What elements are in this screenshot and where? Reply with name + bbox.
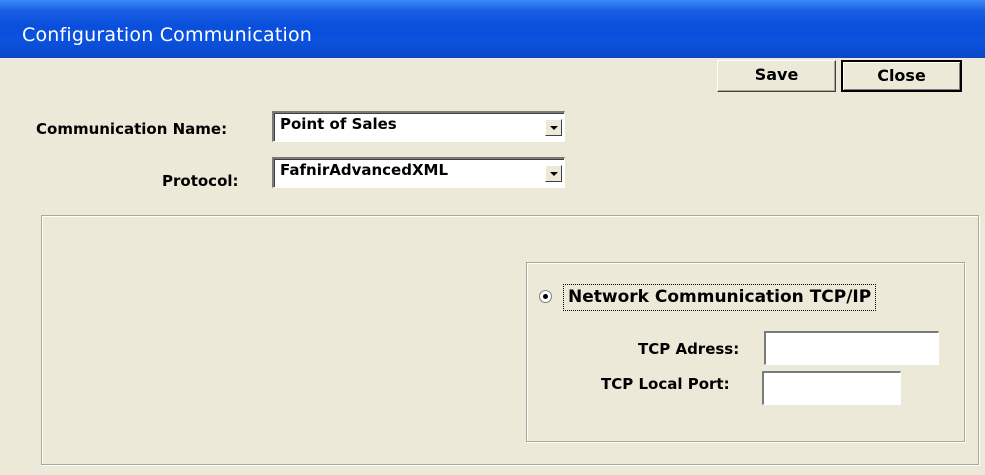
- protocol-label: Protocol:: [162, 172, 239, 190]
- title-bar: Configuration Communication: [0, 0, 985, 58]
- close-button[interactable]: Close: [841, 60, 962, 92]
- communication-name-label: Communication Name:: [36, 120, 228, 138]
- communication-name-value: Point of Sales: [280, 115, 397, 133]
- chevron-down-icon[interactable]: [545, 119, 562, 136]
- chevron-down-icon[interactable]: [545, 165, 562, 182]
- radio-button[interactable]: [539, 290, 552, 303]
- tcp-address-label: TCP Adress:: [638, 340, 740, 358]
- radio-selected-dot-icon: [543, 294, 548, 299]
- tcp-local-port-label: TCP Local Port:: [601, 375, 730, 393]
- network-communication-label[interactable]: Network Communication TCP/IP: [563, 284, 877, 311]
- tcp-local-port-input[interactable]: [762, 371, 901, 405]
- protocol-value: FafnirAdvancedXML: [280, 161, 449, 179]
- configuration-window: Configuration Communication Save Close C…: [0, 0, 985, 475]
- tcp-address-input[interactable]: [764, 331, 939, 365]
- window-title: Configuration Communication: [22, 24, 313, 46]
- protocol-select[interactable]: FafnirAdvancedXML: [272, 157, 565, 188]
- save-button[interactable]: Save: [717, 60, 836, 92]
- communication-name-select[interactable]: Point of Sales: [272, 111, 565, 142]
